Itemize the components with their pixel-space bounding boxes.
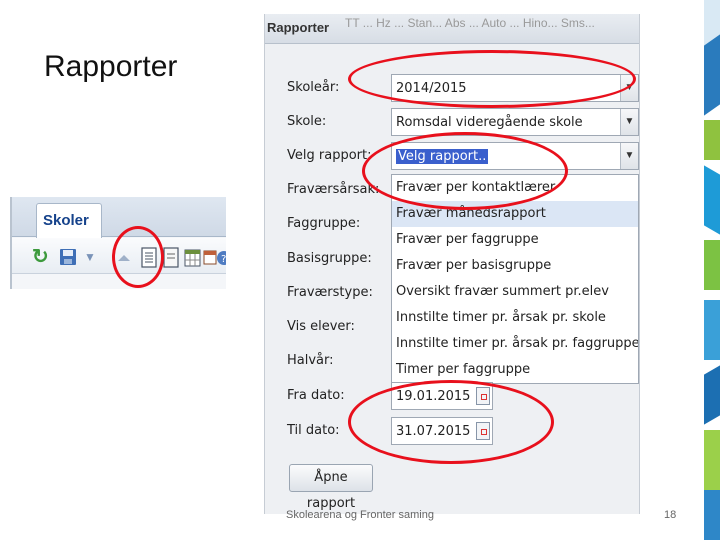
dialog-title: Rapporter — [267, 20, 330, 35]
refresh-icon[interactable]: ↻ — [32, 247, 52, 267]
save-icon[interactable] — [58, 247, 78, 267]
spreadsheet-export-icon[interactable] — [184, 247, 202, 269]
tab-skoler[interactable]: Skoler — [36, 203, 102, 238]
annotation-ring-dates — [348, 380, 554, 464]
label-skole: Skole: — [287, 114, 327, 129]
list-item[interactable]: Fravær per faggruppe — [392, 227, 638, 253]
document-icon[interactable] — [162, 247, 180, 269]
label-fra-dato: Fra dato: — [287, 388, 345, 403]
slide-footer: Skolearena og Fronter saming — [286, 509, 434, 521]
annotation-ring-report-icon — [112, 226, 164, 288]
label-til-dato: Til dato: — [287, 423, 340, 438]
svg-text:?: ? — [221, 254, 226, 265]
decorative-strip — [704, 0, 720, 540]
dialog-header: Rapporter TT ... Hz ... Stan... Abs ... … — [265, 14, 639, 44]
annotation-ring-velg-rapport — [362, 132, 568, 210]
chevron-down-icon[interactable]: ▼ — [620, 143, 638, 169]
label-basisgruppe: Basisgruppe: — [287, 251, 372, 266]
help-icon[interactable]: ? — [216, 247, 226, 269]
list-item[interactable]: Innstilte timer pr. årsak pr. skole — [392, 305, 638, 331]
background-tabs: TT ... Hz ... Stan... Abs ... Auto ... H… — [345, 16, 595, 30]
label-fravaerstype: Fraværstype: — [287, 285, 373, 300]
page-number: 18 — [664, 509, 677, 521]
open-report-button[interactable]: Åpne rapport — [289, 464, 373, 511]
dropdown-arrow-icon[interactable]: ▼ — [84, 247, 104, 267]
skole-select[interactable]: Romsdal videregående skole ▼ — [391, 108, 639, 136]
list-item[interactable]: Timer per faggruppe — [392, 357, 638, 383]
label-skolear: Skoleår: — [287, 80, 340, 95]
chevron-down-icon[interactable]: ▼ — [620, 109, 638, 135]
list-item[interactable]: Oversikt fravær summert pr.elev — [392, 279, 638, 305]
skole-value: Romsdal videregående skole — [396, 115, 583, 130]
list-item[interactable]: Innstilte timer pr. årsak pr. faggruppe — [392, 331, 638, 357]
label-velg-rapport: Velg rapport: — [287, 148, 372, 163]
annotation-ring-skolear — [348, 50, 636, 108]
label-halvar: Halvår: — [287, 353, 334, 368]
list-item[interactable]: Fravær per basisgruppe — [392, 253, 638, 279]
skoler-tabbar: Skoler — [12, 197, 226, 238]
slide-title: Rapporter — [44, 50, 178, 83]
label-vis-elever: Vis elever: — [287, 319, 355, 334]
label-fravarsarsak: Fraværsårsak: — [287, 182, 380, 197]
label-faggruppe: Faggruppe: — [287, 216, 361, 231]
